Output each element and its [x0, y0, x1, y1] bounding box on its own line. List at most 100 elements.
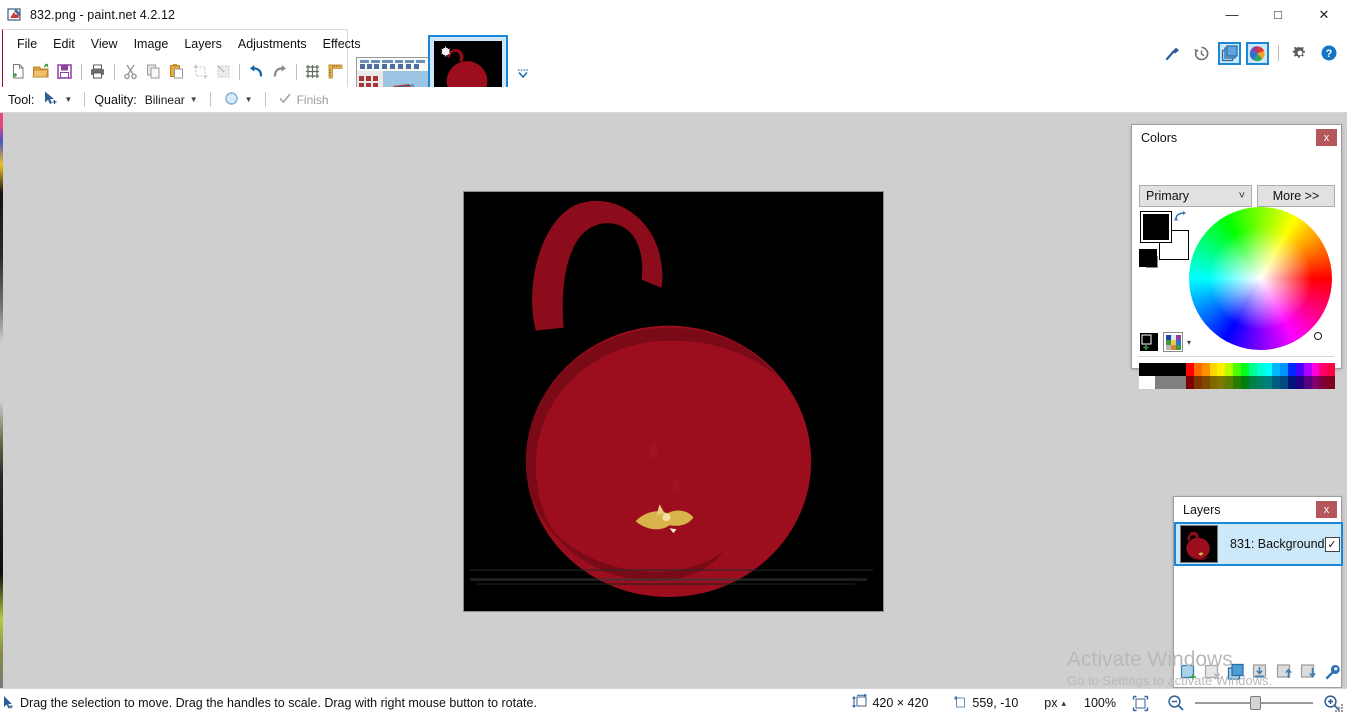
- palette-swatch[interactable]: [1193, 363, 1202, 376]
- palette-swatch[interactable]: [1233, 363, 1241, 376]
- deselect-icon[interactable]: [212, 60, 234, 84]
- layer-visibility-checkbox[interactable]: ✓: [1324, 536, 1340, 552]
- more-colors-button[interactable]: More >>: [1257, 185, 1335, 207]
- palette-swatch[interactable]: [1272, 376, 1281, 389]
- palette-swatch[interactable]: [1209, 363, 1218, 376]
- maximize-button[interactable]: □: [1255, 0, 1301, 29]
- help-icon[interactable]: ?: [1317, 41, 1341, 65]
- zoom-slider-thumb[interactable]: [1250, 696, 1261, 710]
- settings-icon[interactable]: [1288, 41, 1312, 65]
- palette-row-light[interactable]: [1139, 363, 1336, 376]
- palette-swatch[interactable]: [1162, 376, 1171, 389]
- palette-swatch[interactable]: [1319, 376, 1328, 389]
- palette-swatch[interactable]: [1327, 363, 1336, 376]
- palette-swatch[interactable]: [1193, 376, 1202, 389]
- colors-window[interactable]: Colors x Primary ˅ More >> ▾: [1131, 124, 1342, 389]
- layer-properties-icon[interactable]: [1321, 661, 1343, 683]
- redo-icon[interactable]: [268, 60, 290, 84]
- tool-selector[interactable]: ▼: [39, 88, 75, 112]
- grid-icon[interactable]: [302, 60, 324, 84]
- palette-swatch[interactable]: [1186, 376, 1194, 389]
- palette-swatch[interactable]: [1256, 376, 1265, 389]
- history-icon[interactable]: [1189, 41, 1213, 65]
- paste-icon[interactable]: [166, 60, 188, 84]
- duplicate-layer-icon[interactable]: [1226, 661, 1248, 683]
- resize-grip-icon[interactable]: [1333, 702, 1345, 714]
- palette-swatch[interactable]: [1154, 363, 1163, 376]
- primary-color-swatch[interactable]: [1140, 211, 1172, 243]
- chevron-down-icon[interactable]: [515, 65, 531, 81]
- colors-icon[interactable]: [1246, 41, 1269, 65]
- color-picker-icon[interactable]: [1140, 333, 1158, 351]
- palette-swatch[interactable]: [1201, 376, 1210, 389]
- fit-to-window-icon[interactable]: [1132, 695, 1149, 712]
- menu-view[interactable]: View: [83, 33, 126, 55]
- palette-swatch[interactable]: [1178, 376, 1187, 389]
- new-icon[interactable]: [7, 60, 29, 84]
- palette-swatch[interactable]: [1201, 363, 1210, 376]
- palette-swatch[interactable]: [1288, 376, 1296, 389]
- rulers-icon[interactable]: [325, 60, 347, 84]
- zoom-out-icon[interactable]: [1167, 694, 1185, 712]
- add-layer-icon[interactable]: [1178, 661, 1200, 683]
- palette-swatch[interactable]: [1186, 363, 1194, 376]
- palette-swatch[interactable]: [1264, 376, 1273, 389]
- palette-swatch[interactable]: [1225, 376, 1234, 389]
- palette-swatch[interactable]: [1209, 376, 1218, 389]
- palette-swatch[interactable]: [1139, 363, 1147, 376]
- copy-icon[interactable]: [143, 60, 165, 84]
- print-icon[interactable]: [86, 60, 108, 84]
- palette-swatch[interactable]: [1170, 363, 1179, 376]
- color-mode-dropdown[interactable]: Primary ˅: [1139, 185, 1252, 207]
- palette-swatch[interactable]: [1303, 363, 1312, 376]
- palette-swatch[interactable]: [1264, 363, 1273, 376]
- palette-swatch[interactable]: [1295, 363, 1304, 376]
- crop-icon[interactable]: [189, 60, 211, 84]
- palette-swatch[interactable]: [1240, 376, 1249, 389]
- menu-layers[interactable]: Layers: [176, 33, 230, 55]
- palette-swatch[interactable]: [1139, 376, 1147, 389]
- palette-row-dark[interactable]: [1139, 376, 1336, 389]
- palette-swatch[interactable]: [1311, 363, 1320, 376]
- zoom-slider[interactable]: [1195, 696, 1313, 710]
- open-icon[interactable]: [30, 60, 52, 84]
- reset-colors-swatch[interactable]: [1139, 249, 1157, 267]
- menu-file[interactable]: File: [9, 33, 45, 55]
- color-wheel[interactable]: [1189, 207, 1332, 350]
- menu-image[interactable]: Image: [126, 33, 177, 55]
- palette-swatch[interactable]: [1256, 363, 1265, 376]
- list-item[interactable]: 831: Background ✓: [1174, 522, 1343, 566]
- color-palette[interactable]: [1139, 363, 1336, 389]
- layers-window-close-button[interactable]: x: [1316, 501, 1337, 518]
- palette-swatch[interactable]: [1327, 376, 1336, 389]
- palette-swatch[interactable]: [1248, 363, 1257, 376]
- palette-icon[interactable]: [1163, 332, 1183, 352]
- palette-swatch[interactable]: [1233, 376, 1241, 389]
- tools-icon[interactable]: [1160, 41, 1184, 65]
- palette-swatch[interactable]: [1288, 363, 1296, 376]
- layer-list[interactable]: 831: Background ✓: [1174, 522, 1343, 652]
- palette-swatch[interactable]: [1248, 376, 1257, 389]
- layers-window[interactable]: Layers x 831: Background ✓: [1173, 496, 1343, 688]
- palette-swatch[interactable]: [1319, 363, 1328, 376]
- undo-icon[interactable]: [245, 60, 267, 84]
- finish-button[interactable]: Finish: [275, 89, 332, 110]
- merge-layer-down-icon[interactable]: [1250, 661, 1272, 683]
- sampling-selector[interactable]: ▼: [220, 88, 256, 112]
- palette-swatch[interactable]: [1154, 376, 1163, 389]
- palette-swatch[interactable]: [1225, 363, 1234, 376]
- palette-swatch[interactable]: [1240, 363, 1249, 376]
- move-layer-up-icon[interactable]: [1273, 661, 1295, 683]
- layers-icon[interactable]: [1218, 41, 1241, 65]
- palette-swatch[interactable]: [1217, 376, 1226, 389]
- palette-swatch[interactable]: [1280, 363, 1289, 376]
- quality-selector[interactable]: Bilinear ▼: [142, 91, 201, 109]
- palette-swatch[interactable]: [1311, 376, 1320, 389]
- palette-swatch[interactable]: [1217, 363, 1226, 376]
- units-selector[interactable]: px ▴: [1044, 696, 1066, 710]
- palette-swatch[interactable]: [1272, 363, 1281, 376]
- palette-swatch[interactable]: [1295, 376, 1304, 389]
- palette-swatch[interactable]: [1280, 376, 1289, 389]
- palette-swatch[interactable]: [1178, 363, 1187, 376]
- palette-caret-icon[interactable]: ▾: [1187, 338, 1191, 347]
